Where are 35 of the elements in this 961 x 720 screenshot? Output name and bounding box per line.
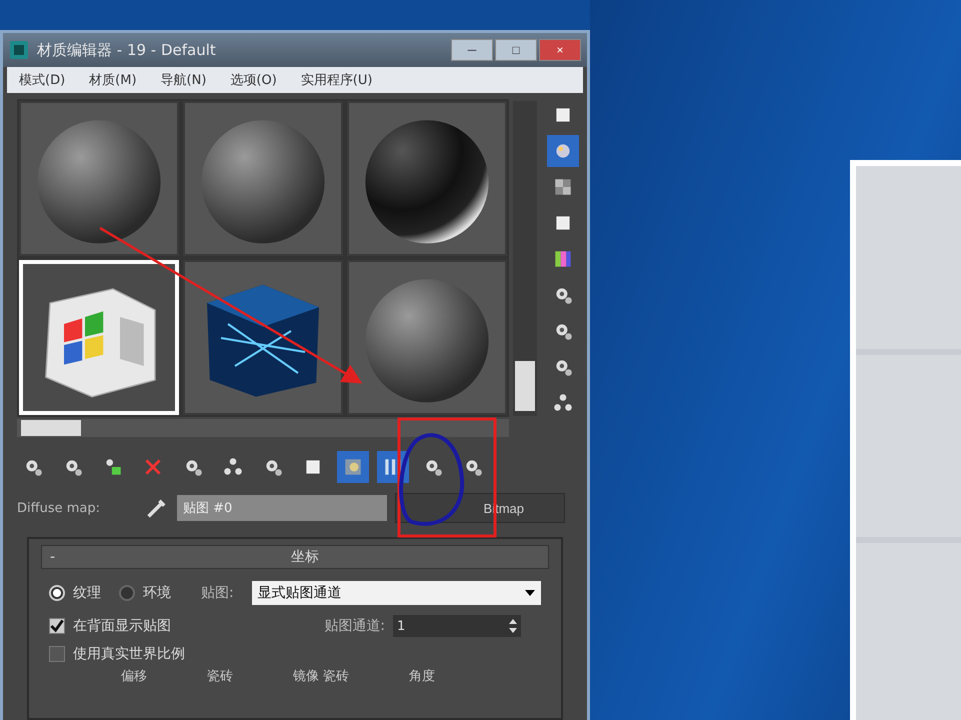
column-header: 偏移: [121, 668, 147, 685]
mapping-label: 贴图:: [201, 584, 234, 602]
app-icon: [9, 40, 29, 60]
mapping-dropdown[interactable]: 显式贴图通道: [252, 581, 541, 605]
horizontal-scrollbar[interactable]: [17, 419, 509, 437]
caret-icon: [525, 590, 535, 596]
material-slot[interactable]: [347, 101, 507, 256]
material-slot[interactable]: [347, 260, 507, 415]
menu-item[interactable]: 模式(D): [19, 71, 66, 89]
spinner-arrows-icon[interactable]: [509, 619, 517, 633]
vertical-scrollbar[interactable]: [513, 101, 537, 416]
map-label: Diffuse map:: [17, 500, 101, 516]
menu-item[interactable]: 导航(N): [160, 71, 206, 89]
radio-option[interactable]: 环境: [119, 584, 171, 602]
checkbox[interactable]: [49, 646, 65, 662]
minimize-button[interactable]: ─: [451, 39, 493, 61]
rollout-header[interactable]: - 坐标: [41, 545, 549, 569]
checkbox[interactable]: [49, 618, 65, 634]
column-header: 瓷砖: [207, 668, 233, 685]
checkbox-option[interactable]: 使用真实世界比例: [49, 645, 541, 663]
close-button[interactable]: ×: [539, 39, 581, 61]
material-slot[interactable]: [183, 101, 343, 256]
checkbox-option[interactable]: 在背面显示贴图: [49, 617, 324, 635]
radio-button[interactable]: [119, 585, 135, 601]
window-title: 材质编辑器 - 19 - Default: [37, 40, 217, 60]
maximize-button[interactable]: □: [495, 39, 537, 61]
radio-option[interactable]: 纹理: [49, 584, 101, 602]
column-header: 角度: [409, 668, 436, 685]
channel-label: 贴图通道:: [324, 617, 385, 635]
menu-item[interactable]: 材质(M): [89, 71, 137, 89]
column-header: 镜像 瓷砖: [293, 668, 350, 685]
menu-item[interactable]: 选项(O): [230, 71, 277, 89]
menu-item[interactable]: 实用程序(U): [300, 71, 372, 89]
material-slot[interactable]: [19, 101, 179, 256]
channel-spinner[interactable]: 1: [393, 615, 521, 637]
